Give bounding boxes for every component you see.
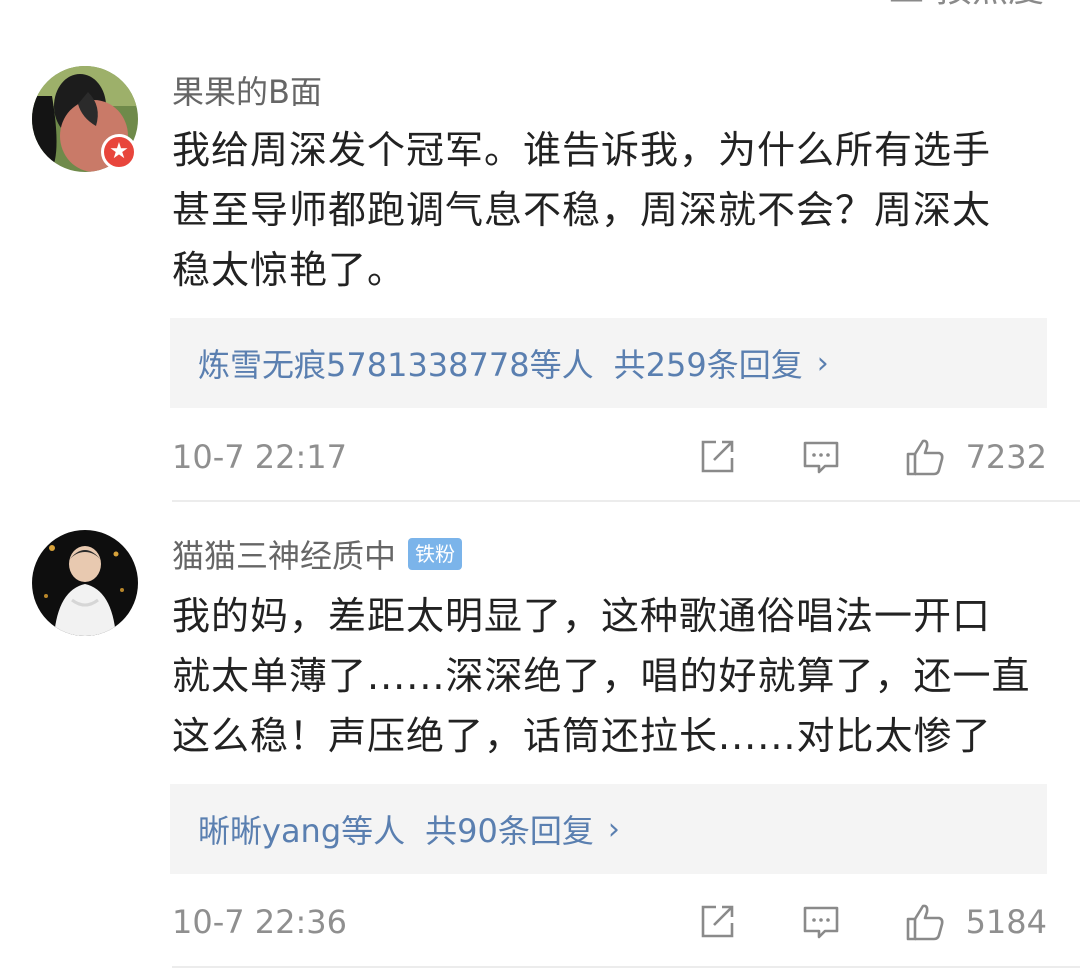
avatar-image [32,530,138,636]
username-row: 猫猫三神经质中 铁粉 [172,531,463,577]
avatar[interactable] [32,530,138,636]
thumbs-up-icon [906,904,944,941]
comment-icon [803,906,838,939]
reply-users: 晰晰yang等人 [198,812,406,850]
like-button[interactable]: 5184 [904,901,1047,943]
share-icon [701,905,733,938]
repost-button[interactable] [696,901,738,943]
comment-line: 这么稳！声压绝了，话筒还拉长......对比太惨了 [172,714,992,758]
comment-button[interactable] [800,901,842,943]
timestamp: 10-7 22:36 [172,903,348,941]
comment-meta: 10-7 22:36 5184 [172,897,1047,947]
comment-text: 我的妈，差距太明显了，这种歌通俗唱法一开口 就太单薄了......深深绝了，唱的… [172,586,1052,766]
fan-badge: 铁粉 [408,538,463,570]
like-count: 5184 [965,903,1047,941]
comment-line: 我的妈，差距太明显了，这种歌通俗唱法一开口 [172,594,992,638]
replies-link[interactable]: 晰晰yang等人 共90条回复 › [170,784,1047,874]
comment-item: 猫猫三神经质中 铁粉 我的妈，差距太明显了，这种歌通俗唱法一开口 就太单薄了..… [0,0,1080,974]
comment-divider [172,966,1080,968]
chevron-right-icon: › [607,811,620,847]
reply-total: 共90条回复 [425,812,594,850]
username[interactable]: 猫猫三神经质中 [172,531,396,577]
comment-actions: 5184 [696,901,1047,943]
comment-line: 就太单薄了......深深绝了，唱的好就算了，还一直 [172,654,1031,698]
